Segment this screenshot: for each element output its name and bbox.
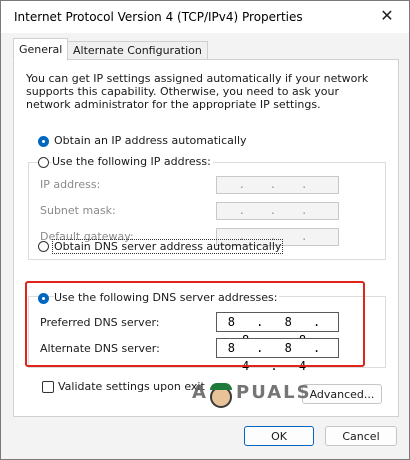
advanced-button[interactable]: Advanced...	[302, 384, 382, 404]
dns-highlight-box	[25, 281, 365, 367]
subnet-mask-field[interactable]: . . .	[216, 202, 339, 220]
tab-alternate-configuration[interactable]: Alternate Configuration	[67, 41, 208, 61]
window-title: Internet Protocol Version 4 (TCP/IPv4) P…	[14, 10, 303, 24]
description-text: You can get IP settings assigned automat…	[26, 72, 369, 111]
watermark-letter: A	[192, 382, 208, 403]
tab-general[interactable]: General	[13, 38, 69, 61]
obtain-ip-auto-radio[interactable]	[38, 136, 49, 147]
ip-address-label: IP address:	[40, 178, 101, 191]
use-ip-radio[interactable]	[38, 157, 49, 168]
watermark-mascot-icon	[210, 383, 232, 408]
obtain-ip-auto-label[interactable]: Obtain an IP address automatically	[54, 134, 247, 147]
watermark-text: PUALS	[236, 382, 312, 403]
dialog-window: Internet Protocol Version 4 (TCP/IPv4) P…	[0, 0, 410, 460]
validate-label[interactable]: Validate settings upon exit	[58, 380, 205, 393]
use-ip-label[interactable]: Use the following IP address:	[52, 155, 213, 168]
ip-address-field[interactable]: . . .	[216, 176, 339, 194]
subnet-mask-label: Subnet mask:	[40, 204, 116, 217]
title-bar: Internet Protocol Version 4 (TCP/IPv4) P…	[1, 1, 409, 33]
validate-checkbox[interactable]	[42, 381, 54, 393]
ok-button[interactable]: OK	[244, 426, 314, 446]
close-icon[interactable]: ✕	[377, 6, 397, 26]
cancel-button[interactable]: Cancel	[325, 426, 397, 446]
obtain-dns-auto-radio[interactable]	[38, 241, 49, 252]
obtain-dns-auto-label[interactable]: Obtain DNS server address automatically	[52, 239, 284, 254]
